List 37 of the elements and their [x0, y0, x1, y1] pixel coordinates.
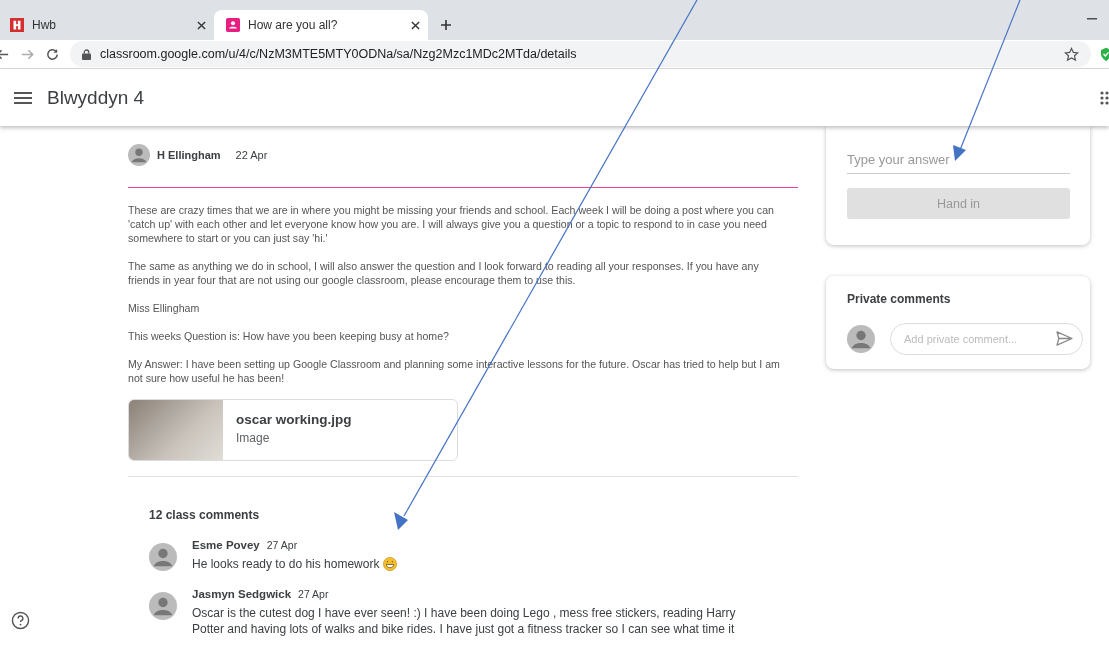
browser-tab[interactable]: How are you all?: [214, 10, 428, 40]
close-icon[interactable]: [197, 20, 206, 30]
shield-icon[interactable]: [1101, 46, 1109, 62]
browser-tab[interactable]: Hwb: [6, 10, 214, 40]
person-icon: [226, 18, 240, 32]
commenter-name: Jasmyn Sedgwick: [192, 588, 292, 600]
author-name: H Ellingham: [157, 149, 221, 161]
avatar-icon: [149, 592, 177, 620]
menu-icon[interactable]: [14, 91, 32, 104]
attachment-name: oscar working.jpg: [236, 412, 352, 427]
avatar-icon: [847, 325, 875, 353]
comment-count: 12 class comments: [149, 508, 261, 522]
comment-date: 27 Apr: [298, 588, 329, 600]
post-paragraph: Miss Ellingham: [128, 301, 201, 315]
address-bar[interactable]: classroom.google.com/u/4/c/NzM3MTE5MTY0ODNa/sa/Nzg2Mzc1MDc2MTda/details: [70, 41, 1091, 67]
attachment-card[interactable]: oscar working.jpg Image: [128, 399, 458, 461]
comment-text: Oscar is the cutest dog I have ever seen! :) I have been doing Lego , mess free stickers, reading Harry Potter and having lots of walks and bike rides. I have just got a fitness tracker so I can see what time it: [192, 605, 737, 637]
post-date: 22 Apr: [235, 149, 268, 161]
reload-icon[interactable]: [45, 46, 60, 62]
send-icon[interactable]: [1056, 331, 1073, 346]
avatar-icon: [128, 144, 150, 166]
class-title: Blwyddyn 4: [47, 86, 145, 109]
commenter-name: Esme Povey: [192, 539, 260, 551]
lock-icon: [82, 48, 91, 60]
comment-date: 27 Apr: [266, 539, 298, 551]
card-title: Private comments: [847, 292, 952, 306]
new-tab-icon[interactable]: [440, 19, 452, 31]
private-comment-field[interactable]: Add private comment...: [890, 323, 1083, 355]
comment-text: He looks ready to do his homework: [192, 556, 380, 572]
help-icon[interactable]: [11, 611, 30, 630]
star-icon[interactable]: [1064, 46, 1079, 62]
avatar-icon: [149, 543, 177, 571]
attachment-type: Image: [236, 431, 271, 445]
close-icon[interactable]: [411, 20, 420, 30]
letter-h-icon: [10, 18, 24, 32]
minimize-icon[interactable]: [1087, 18, 1097, 20]
post-paragraph: This weeks Question is: How have you been keeping busy at home?: [128, 329, 450, 343]
